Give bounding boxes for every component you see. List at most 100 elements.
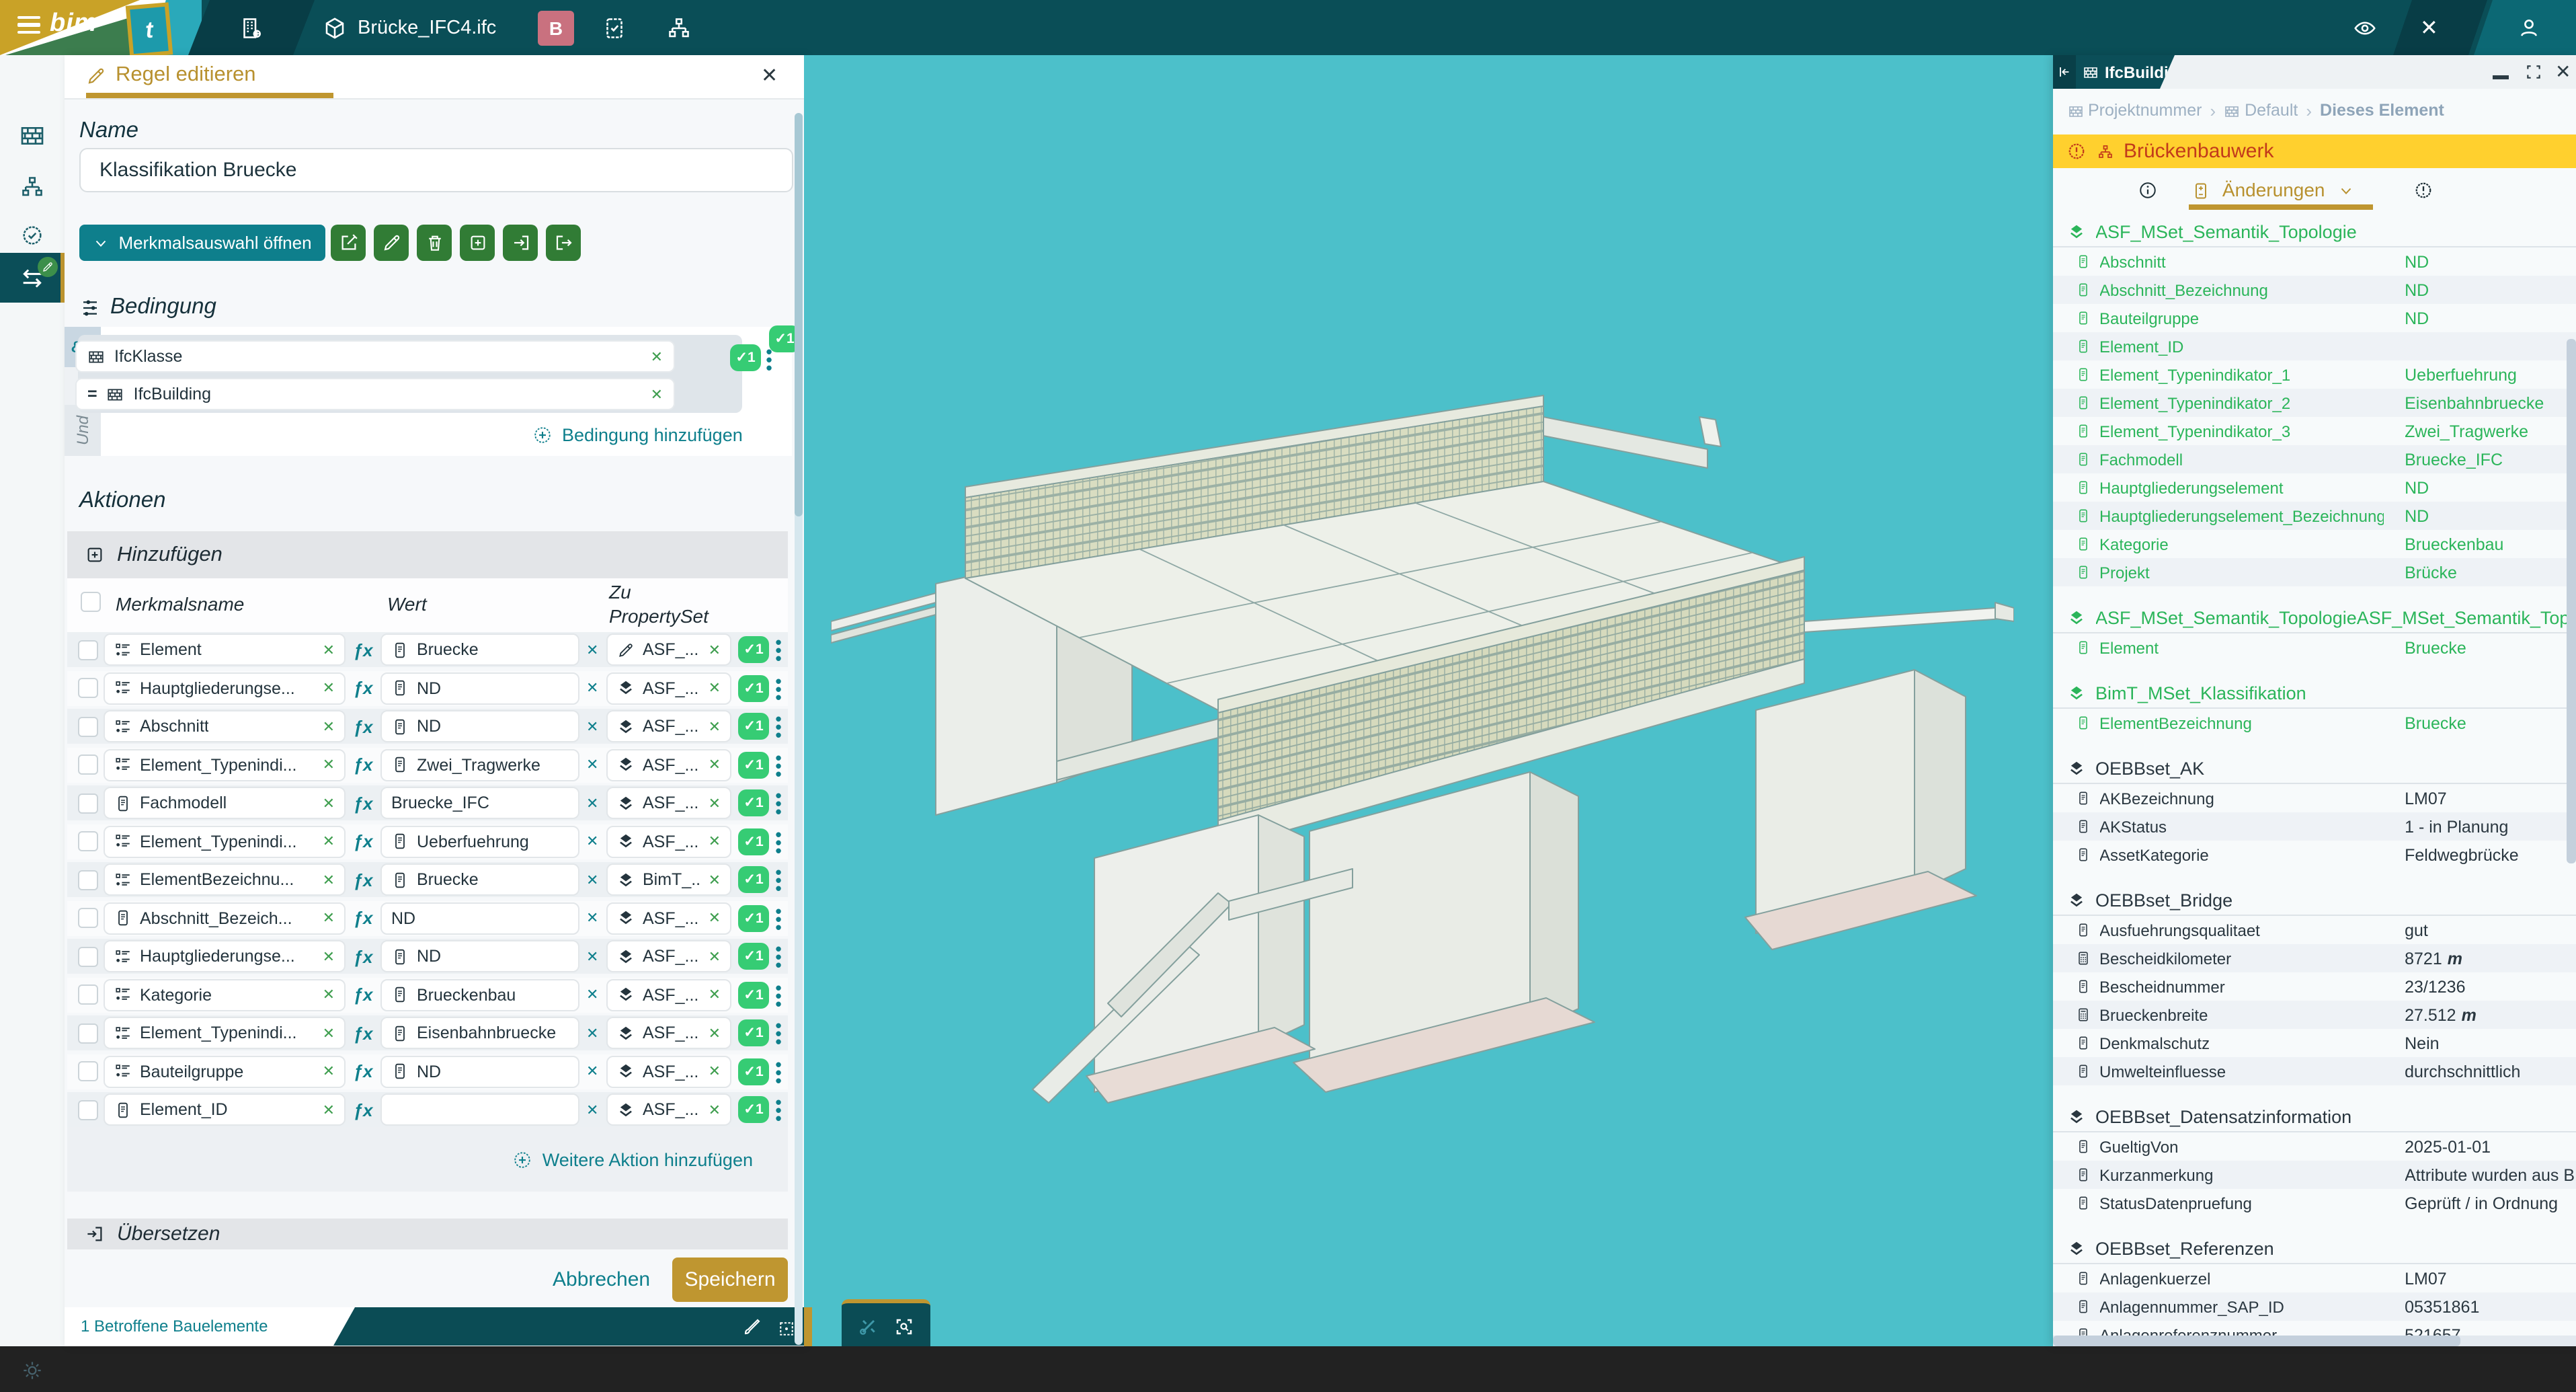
clear-icon[interactable]: ✕ <box>323 641 335 658</box>
propertyset-field[interactable]: ASF_...✕ <box>606 672 731 704</box>
rule-panel-scrollbar-thumb[interactable] <box>795 113 803 516</box>
property-row[interactable]: Hauptgliederungselement_BezeichnungND <box>2052 502 2576 530</box>
sidebar-item-rules-active[interactable] <box>0 253 65 303</box>
minimize-button[interactable] <box>2492 55 2508 89</box>
clear-icon[interactable]: ✕ <box>586 833 598 850</box>
wert-field[interactable]: ND <box>380 1055 579 1087</box>
element-panel-scrollbar-thumb[interactable] <box>2567 339 2576 863</box>
row-menu-icon[interactable]: ••• <box>774 639 782 663</box>
wert-field[interactable]: Brueckenbau <box>380 978 579 1011</box>
fx-icon[interactable]: ƒx <box>352 793 374 813</box>
fx-icon[interactable]: ƒx <box>352 869 374 890</box>
project-building-button[interactable] <box>188 0 315 55</box>
property-row[interactable]: BauteilgruppeND <box>2052 304 2576 332</box>
validation-badge[interactable]: ✓1 <box>738 1058 769 1085</box>
row-menu-icon[interactable]: ••• <box>774 984 782 1008</box>
property-row[interactable]: Umwelteinfluessedurchschnittlich <box>2052 1057 2576 1085</box>
sidebar-item-elements[interactable] <box>0 114 65 157</box>
row-menu-icon[interactable]: ••• <box>774 1099 782 1123</box>
property-row[interactable]: StatusDatenpruefungGeprüft / in Ordnung <box>2052 1189 2576 1217</box>
select-elements-button[interactable] <box>777 1317 796 1341</box>
row-checkbox[interactable] <box>78 716 98 736</box>
row-checkbox[interactable] <box>78 1023 98 1043</box>
clear-icon[interactable]: ✕ <box>323 1101 335 1118</box>
sidebar-item-structure[interactable] <box>0 165 65 208</box>
propertyset-field[interactable]: ASF_...✕ <box>606 1055 731 1087</box>
row-menu-icon[interactable]: ••• <box>774 1060 782 1085</box>
validation-badge[interactable]: ✓1 <box>738 943 769 970</box>
validation-badge[interactable]: ✓1 <box>738 1096 769 1123</box>
collapse-panel-button[interactable] <box>2052 55 2075 89</box>
hierarchy-button[interactable] <box>667 0 691 55</box>
tools-button[interactable] <box>857 1315 879 1339</box>
clear-icon[interactable]: ✕ <box>586 1062 598 1080</box>
property-row[interactable]: Element_ID <box>2052 332 2576 360</box>
propertyset-field[interactable]: ASF_...✕ <box>606 940 731 972</box>
property-row[interactable]: DenkmalschutzNein <box>2052 1029 2576 1057</box>
row-menu-icon[interactable]: ••• <box>774 1022 782 1046</box>
merkmal-field[interactable]: Element_Typenindi...✕ <box>104 748 346 781</box>
merkmal-field[interactable]: Hauptgliederungse...✕ <box>104 940 346 972</box>
add-action-link[interactable]: Weitere Aktion hinzufügen <box>513 1149 753 1169</box>
fx-icon[interactable]: ƒx <box>352 1099 374 1120</box>
propertyset-field[interactable]: ASF_...✕ <box>606 748 731 781</box>
validation-badge[interactable]: ✓1 <box>738 636 769 663</box>
edit-rule-button[interactable] <box>331 225 366 260</box>
wert-field[interactable]: Bruecke <box>380 633 579 666</box>
property-row[interactable]: KategorieBrueckenbau <box>2052 530 2576 558</box>
save-button[interactable]: Speichern <box>672 1258 788 1302</box>
fx-icon[interactable]: ƒx <box>352 716 374 736</box>
merkmal-field[interactable]: Fachmodell✕ <box>104 787 346 819</box>
close-icon[interactable]: ✕ <box>761 63 778 87</box>
element-class-tab[interactable]: IfcBuilding <box>2075 55 2175 89</box>
wert-field[interactable]: Eisenbahnbruecke <box>380 1017 579 1049</box>
propertyset-field[interactable]: ASF_...✕ <box>606 710 731 742</box>
merkmal-field[interactable]: Bauteilgruppe✕ <box>104 1055 346 1087</box>
wert-field[interactable]: Ueberfuehrung <box>380 825 579 857</box>
row-menu-icon[interactable]: ••• <box>774 907 782 931</box>
viewport-3d[interactable] <box>804 55 2052 1346</box>
wert-field[interactable]: Bruecke_IFC <box>380 787 579 819</box>
clear-icon[interactable]: ✕ <box>586 909 598 927</box>
clear-icon[interactable]: ✕ <box>709 794 721 812</box>
row-checkbox[interactable] <box>78 1099 98 1120</box>
property-row[interactable]: AKBezeichnungLM07 <box>2052 784 2576 812</box>
open-feature-selection-button[interactable]: Merkmalsauswahl öffnen <box>79 225 325 261</box>
row-checkbox[interactable] <box>78 678 98 698</box>
rule-name-input[interactable]: Klassifikation Bruecke <box>79 148 793 192</box>
validation-badge[interactable]: ✓1 <box>738 751 769 778</box>
propertyset-field[interactable]: ASF_...✕ <box>606 633 731 666</box>
property-row[interactable]: Element_Typenindikator_1Ueberfuehrung <box>2052 360 2576 389</box>
clear-icon[interactable]: ✕ <box>709 1024 721 1042</box>
paint-selection-button[interactable] <box>742 1315 762 1340</box>
validation-badge[interactable]: ✓1 <box>738 674 769 701</box>
validation-badge[interactable]: ✓1 <box>738 981 769 1008</box>
close-model-button[interactable]: ✕ <box>2420 0 2438 55</box>
merkmal-field[interactable]: Element✕ <box>104 633 346 666</box>
clear-icon[interactable]: ✕ <box>323 1024 335 1042</box>
property-row[interactable]: Anlagennummer_SAP_ID05351861 <box>2052 1292 2576 1321</box>
property-row[interactable]: Brueckenbreite27.512m <box>2052 1001 2576 1029</box>
propertyset-field[interactable]: ASF_...✕ <box>606 902 731 934</box>
propertyset-field[interactable]: BimT_...✕ <box>606 863 731 896</box>
property-row[interactable]: KurzanmerkungAttribute wurden aus BIM <box>2052 1161 2576 1189</box>
property-row[interactable]: AssetKategorieFeldwegbrücke <box>2052 841 2576 869</box>
row-menu-icon[interactable]: ••• <box>774 677 782 701</box>
merkmal-field[interactable]: Abschnitt_Bezeich...✕ <box>104 902 346 934</box>
clear-icon[interactable]: ✕ <box>709 718 721 735</box>
sidebar-item-checks[interactable] <box>0 214 65 257</box>
element-panel-hscrollbar-thumb[interactable] <box>2052 1336 2460 1346</box>
account-button[interactable] <box>2517 0 2541 55</box>
validation-badge[interactable]: ✓1 <box>738 1019 769 1046</box>
clear-icon[interactable]: ✕ <box>709 756 721 773</box>
property-row[interactable]: AnlagenkuerzelLM07 <box>2052 1264 2576 1292</box>
fx-icon[interactable]: ƒx <box>352 946 374 966</box>
model-tab[interactable]: Brücke_IFC4.ifc <box>323 0 496 55</box>
user-badge[interactable]: B <box>538 11 574 46</box>
property-row[interactable]: Ausfuehrungsqualitaetgut <box>2052 916 2576 944</box>
validation-badge[interactable]: ✓1 <box>738 789 769 816</box>
row-checkbox[interactable] <box>78 831 98 851</box>
menu-icon[interactable] <box>17 16 40 35</box>
clear-icon[interactable]: ✕ <box>586 756 598 773</box>
row-menu-icon[interactable]: ••• <box>774 869 782 893</box>
